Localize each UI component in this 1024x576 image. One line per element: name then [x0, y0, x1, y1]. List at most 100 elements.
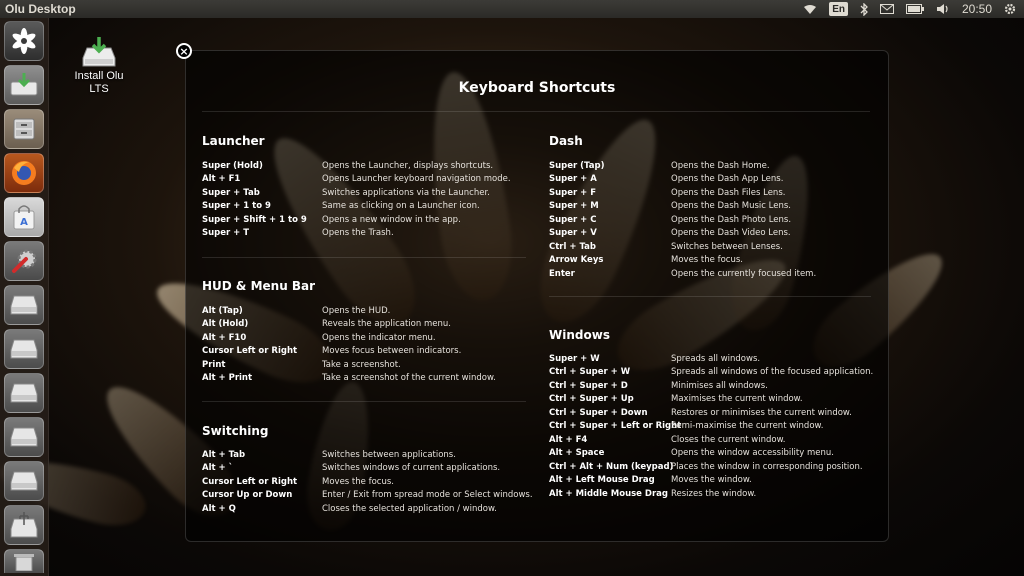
shortcut-row: Alt + Left Mouse Drag Moves the window. — [549, 474, 873, 488]
launcher-software-center[interactable]: A — [4, 197, 44, 237]
section-divider — [202, 257, 526, 258]
hard-drive-icon — [10, 471, 38, 491]
settings-wrench-icon — [12, 249, 37, 273]
desktop-icon-install-olu[interactable]: Install Olu LTS — [68, 36, 130, 96]
shortcut-key: Super (Hold) — [202, 160, 263, 171]
shortcut-description: Closes the current window. — [671, 434, 786, 445]
usb-drive-icon — [10, 512, 38, 538]
launcher-drive-3[interactable] — [4, 373, 44, 413]
shortcut-row: Super + T Opens the Trash. — [202, 227, 511, 241]
keyboard-layout-indicator[interactable]: En — [829, 2, 848, 16]
shortcut-row: Arrow Keys Moves the focus. — [549, 254, 816, 268]
shortcut-key: Cursor Left or Right — [202, 476, 298, 487]
file-cabinet-icon — [13, 118, 35, 140]
shortcut-row: Alt + F1 Opens Launcher keyboard navigati… — [202, 173, 511, 187]
section-title-launcher: Launcher — [202, 134, 265, 148]
shortcut-key: Cursor Up or Down — [202, 490, 293, 501]
shortcut-key: Ctrl + Super + D — [549, 380, 628, 391]
dash-rows: Super (Tap) Opens the Dash Home. Super + A… — [549, 159, 816, 281]
shortcut-row: Super (Hold) Opens the Launcher, displays… — [202, 159, 511, 173]
shortcut-key: Alt + Tab — [202, 449, 246, 460]
shortcut-key: Alt (Hold) — [202, 319, 249, 330]
desktop-icon-label: Install Olu LTS — [74, 70, 124, 95]
shortcut-row: Super + V Opens the Dash Video Lens. — [549, 227, 816, 241]
firefox-icon — [12, 161, 36, 185]
section-divider — [202, 401, 526, 402]
launcher-drive-1[interactable] — [4, 285, 44, 325]
shortcut-key: Alt (Tap) — [202, 305, 243, 316]
section-title-hud: HUD & Menu Bar — [202, 279, 316, 293]
section-title-dash: Dash — [549, 134, 583, 148]
shortcut-description: Switches between Lenses. — [671, 241, 783, 252]
launcher-files[interactable] — [4, 109, 44, 149]
clock[interactable]: 20:50 — [962, 2, 992, 16]
section-title-windows: Windows — [549, 328, 610, 342]
shortcut-row: Ctrl + Super + Left or Right Semi-maximis… — [549, 420, 873, 434]
switching-rows: Alt + Tab Switches between applications. A… — [202, 448, 533, 516]
shortcut-row: Alt (Tap) Opens the HUD. — [202, 304, 496, 318]
shortcut-row: Enter Opens the currently focused item. — [549, 267, 816, 281]
shortcut-row: Alt + F4 Closes the current window. — [549, 433, 873, 447]
shortcut-key: Super (Tap) — [549, 160, 605, 171]
shortcut-key: Super + F — [549, 187, 597, 198]
battery-icon[interactable] — [905, 2, 924, 16]
hard-drive-icon — [10, 383, 38, 403]
shortcut-key: Alt + F4 — [549, 434, 588, 445]
shortcut-description: Enter / Exit from spread mode or Select … — [322, 490, 533, 501]
wifi-icon[interactable] — [803, 2, 817, 16]
shortcut-description: Spreads all windows of the focused appli… — [671, 367, 874, 378]
launcher-system-settings[interactable] — [4, 241, 44, 281]
close-button[interactable]: × — [176, 43, 192, 59]
shortcut-description: Same as clicking on a Launcher icon. — [322, 201, 480, 212]
shortcut-row: Ctrl + Alt + Num (keypad) Places the wind… — [549, 460, 873, 474]
launcher-trash[interactable] — [4, 549, 44, 573]
shortcut-description: Moves the focus. — [671, 255, 743, 266]
shortcut-description: Opens the HUD. — [322, 305, 391, 316]
shortcut-description: Places the window in corresponding posit… — [671, 461, 863, 472]
shortcut-description: Maximises the current window. — [671, 394, 803, 405]
launcher-install-olu[interactable] — [4, 65, 44, 105]
launcher-dash-home[interactable] — [4, 21, 44, 61]
mail-icon[interactable] — [879, 2, 894, 16]
shortcut-row: Super (Tap) Opens the Dash Home. — [549, 159, 816, 173]
shortcut-description: Opens the Trash. — [322, 228, 394, 239]
volume-icon[interactable] — [936, 2, 950, 16]
launcher-drive-5[interactable] — [4, 461, 44, 501]
shortcut-row: Ctrl + Super + Up Maximises the current w… — [549, 393, 873, 407]
launcher-rows: Super (Hold) Opens the Launcher, displays… — [202, 159, 511, 240]
shortcut-key: Super + A — [549, 174, 597, 185]
shortcut-key: Super + T — [202, 228, 250, 239]
shortcut-description: Opens the window accessibility menu. — [671, 448, 834, 459]
shortcut-row: Super + Tab Switches applications via the… — [202, 186, 511, 200]
shortcut-description: Spreads all windows. — [671, 353, 761, 364]
svg-text:A: A — [20, 217, 28, 228]
shortcut-description: Opens the Dash App Lens. — [671, 174, 784, 185]
launcher-usb-drive[interactable] — [4, 505, 44, 545]
launcher-drive-4[interactable] — [4, 417, 44, 457]
launcher-firefox[interactable] — [4, 153, 44, 193]
shortcut-description: Opens the Dash Video Lens. — [671, 228, 791, 239]
shortcut-row: Ctrl + Super + D Minimises all windows. — [549, 379, 873, 393]
shortcut-description: Opens the Dash Home. — [671, 160, 770, 171]
shortcut-key: Super + C — [549, 214, 597, 225]
shortcut-description: Minimises all windows. — [671, 380, 768, 391]
shopping-bag-icon: A — [13, 205, 35, 230]
shortcut-row: Alt + F10 Opens the indicator menu. — [202, 331, 496, 345]
shortcut-key: Alt + F1 — [202, 174, 241, 185]
shortcut-row: Super + W Spreads all windows. — [549, 352, 873, 366]
top-panel: Olu Desktop En 20:50 — [0, 0, 1024, 18]
shortcut-description: Restores or minimises the current window… — [671, 407, 852, 418]
shortcut-row: Print Take a screenshot. — [202, 358, 496, 372]
launcher-drive-2[interactable] — [4, 329, 44, 369]
shortcut-description: Opens a new window in the app. — [322, 214, 461, 225]
shortcut-row: Ctrl + Super + Down Restores or minimises… — [549, 406, 873, 420]
shortcut-description: Switches windows of current applications… — [322, 463, 501, 474]
shortcut-row: Alt + Q Closes the selected application /… — [202, 502, 533, 516]
bluetooth-icon[interactable] — [860, 2, 868, 16]
shortcut-key: Super + W — [549, 353, 600, 364]
shortcut-description: Opens the Launcher, displays shortcuts. — [322, 160, 494, 171]
power-gear-icon[interactable] — [1004, 2, 1016, 16]
shortcut-key: Super + V — [549, 228, 597, 239]
shortcut-row: Super + Shift + 1 to 9 Opens a new window… — [202, 213, 511, 227]
shortcut-row: Alt + Print Take a screenshot of the curr… — [202, 372, 496, 386]
